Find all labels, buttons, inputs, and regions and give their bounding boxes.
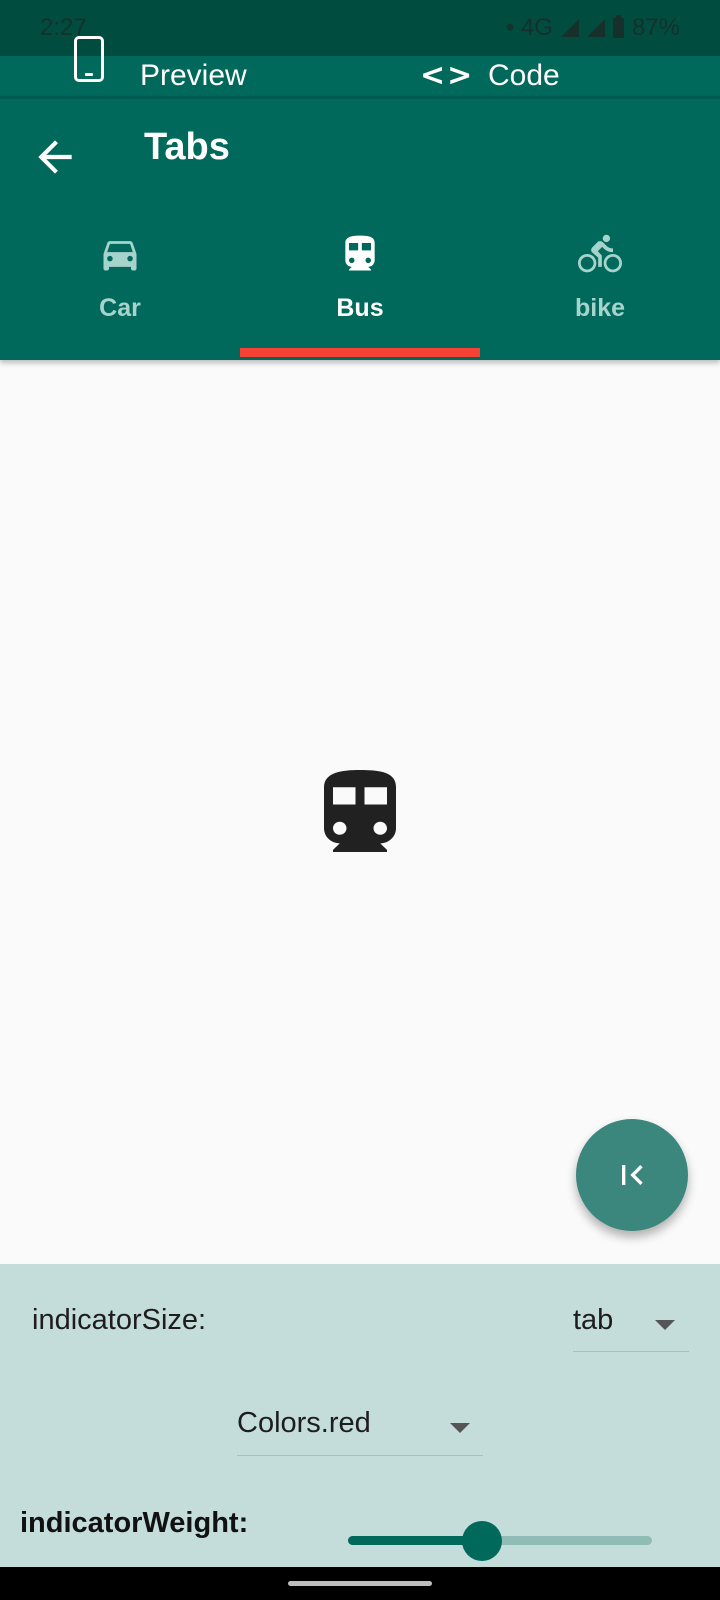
- indicator-weight-label: indicatorWeight:: [20, 1507, 249, 1539]
- home-gesture-handle[interactable]: [288, 1581, 432, 1586]
- indicator-size-label: indicatorSize:: [32, 1304, 207, 1336]
- code-brackets-icon: <>: [420, 58, 475, 93]
- tab-car-label: Car: [99, 294, 141, 322]
- battery-percent: 87%: [631, 14, 680, 41]
- dropdown-arrow-icon: [655, 1320, 675, 1330]
- arrow-back-icon: [38, 140, 72, 174]
- network-type: • 4G: [505, 14, 553, 41]
- page-title: Tabs: [144, 126, 230, 168]
- indicator-color-dropdown[interactable]: Colors.red: [237, 1407, 483, 1456]
- tab-bike[interactable]: bike: [480, 220, 720, 360]
- tab-car[interactable]: Car: [0, 220, 240, 360]
- bike-icon: [578, 234, 622, 273]
- battery-icon: [612, 15, 624, 38]
- indicator-size-value: tab: [573, 1304, 614, 1336]
- tab-bus-label: Bus: [336, 294, 384, 322]
- tab-bus[interactable]: Bus: [240, 220, 480, 360]
- slider-thumb[interactable]: [462, 1521, 502, 1561]
- app-bar: Tabs Car Bus bike: [0, 96, 720, 360]
- indicator-color-value: Colors.red: [237, 1407, 371, 1439]
- status-bar: 2:27 • 4G 87%: [0, 0, 720, 56]
- collapse-panel-fab[interactable]: [576, 1119, 688, 1231]
- tab-indicator: [240, 348, 480, 357]
- preview-label: Preview: [140, 59, 247, 92]
- dropdown-arrow-icon: [450, 1423, 470, 1433]
- code-label: Code: [488, 59, 560, 92]
- signal-icon: [560, 19, 579, 37]
- bus-icon: [324, 770, 396, 852]
- indicator-size-dropdown[interactable]: tab: [573, 1304, 689, 1352]
- signal-icon-2: [586, 19, 605, 37]
- status-indicators: • 4G 87%: [506, 14, 680, 42]
- appbar-divider: [0, 96, 720, 99]
- preview-code-toggle: Preview <> Code: [0, 36, 720, 96]
- phone-icon: [74, 36, 104, 82]
- tab-bike-label: bike: [574, 294, 626, 322]
- back-button[interactable]: [30, 132, 80, 182]
- first-page-icon: [622, 1165, 643, 1185]
- code-toggle-button[interactable]: <> Code: [420, 56, 560, 96]
- preview-toggle-button[interactable]: Preview: [70, 36, 247, 96]
- system-nav-bar: [0, 1567, 720, 1600]
- indicator-weight-slider[interactable]: [348, 1521, 652, 1561]
- car-icon: [103, 241, 137, 271]
- bus-icon: [345, 235, 375, 271]
